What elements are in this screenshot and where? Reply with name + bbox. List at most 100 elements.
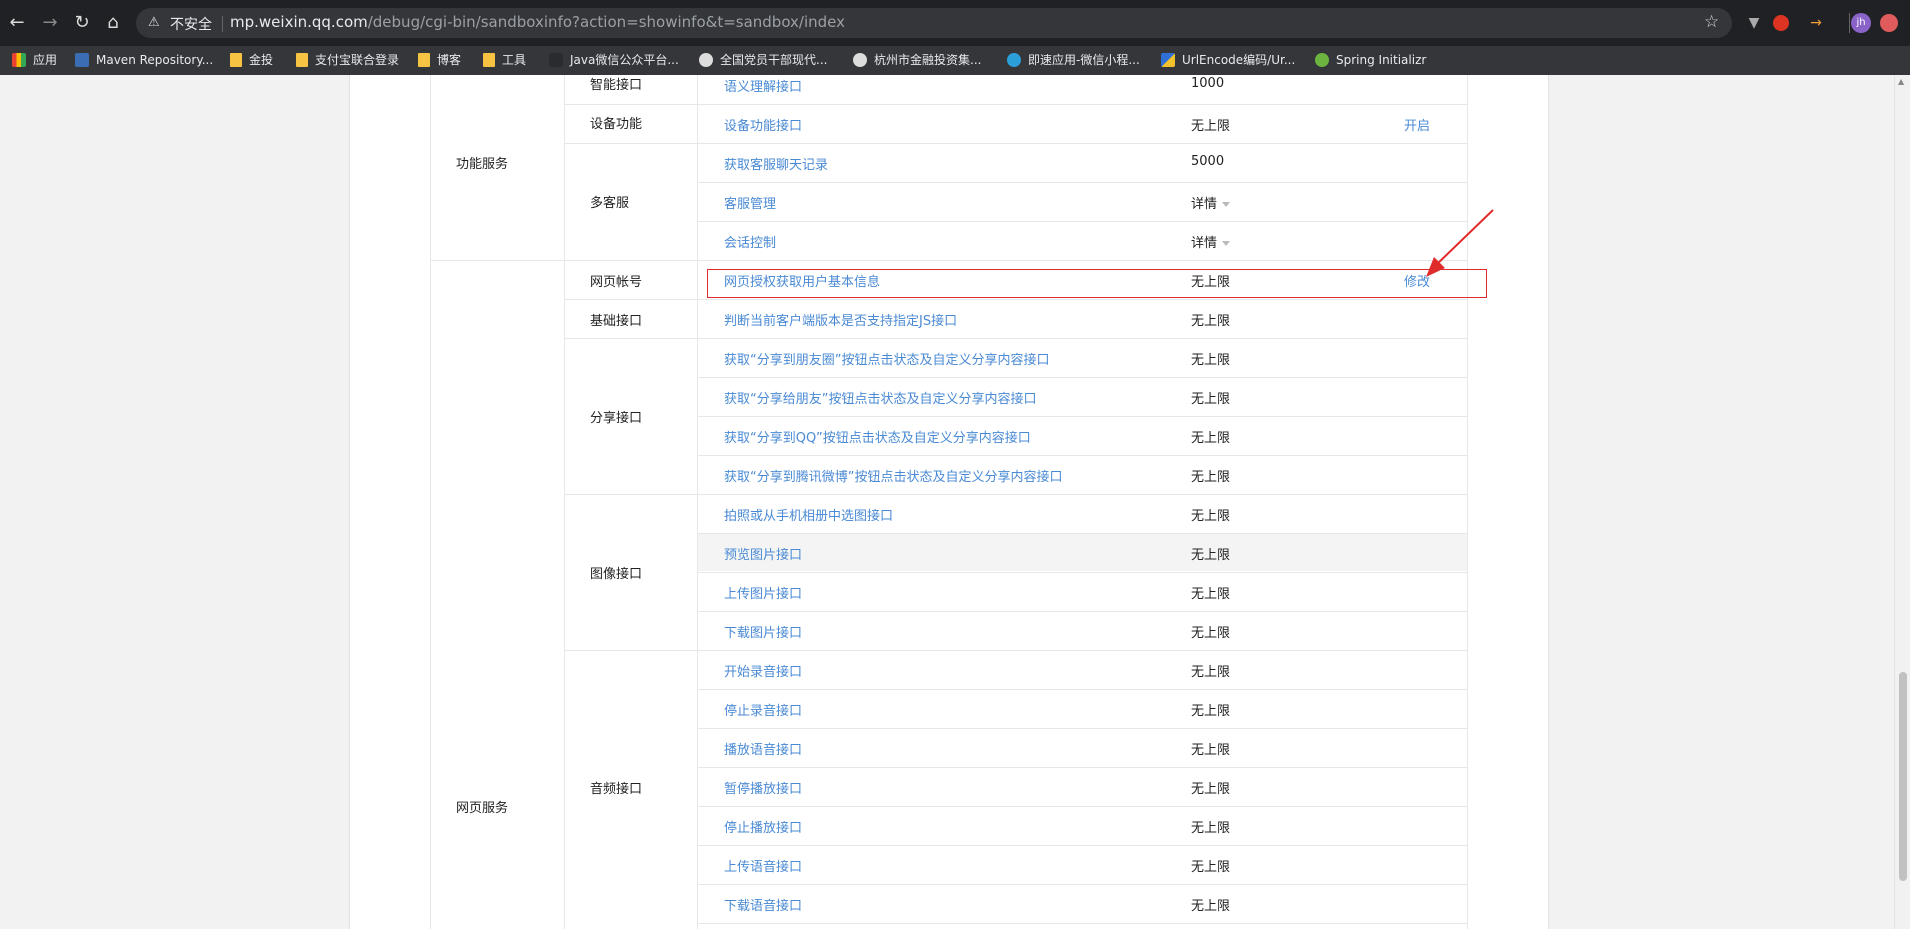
api-link[interactable]: 预览图片接口	[724, 544, 802, 563]
api-link[interactable]: 上传图片接口	[724, 583, 802, 602]
bookmark-item[interactable]: 应用	[12, 46, 57, 75]
annotation-arrow-icon	[1426, 209, 1494, 277]
page-content: 功能服务 网页服务 智能接口 设备功能 多客服 网页帐号 基础接口 分享接口 图…	[0, 75, 1910, 929]
blank-page-icon	[549, 52, 563, 67]
api-link[interactable]: 获取“分享给朋友”按钮点击状态及自定义分享内容接口	[724, 388, 1036, 407]
table-divider	[697, 75, 698, 929]
forward-arrow-icon[interactable]: →	[41, 14, 59, 32]
row-divider	[698, 104, 1467, 105]
row-divider	[698, 767, 1467, 768]
group-label: 基础接口	[590, 314, 643, 329]
section-label: 网页服务	[456, 801, 509, 816]
group-divider	[564, 299, 698, 300]
bookmark-item[interactable]: Spring Initializr	[1315, 46, 1426, 75]
bookmark-label: 博客	[437, 53, 462, 67]
vertical-scrollbar[interactable]: ▲	[1894, 75, 1910, 929]
limit-value: 无上限	[1191, 466, 1230, 485]
folder-icon	[483, 52, 495, 67]
api-link[interactable]: 设备功能接口	[724, 115, 802, 134]
api-link[interactable]: 暂停播放接口	[724, 778, 802, 797]
home-icon[interactable]: ⌂	[104, 14, 122, 32]
group-divider	[564, 143, 698, 144]
url-text[interactable]: mp.weixin.qq.com/debug/cgi-bin/sandboxin…	[230, 13, 845, 31]
adblock-extension-icon[interactable]	[1773, 15, 1789, 31]
row-divider	[698, 806, 1467, 807]
limit-value[interactable]: 详情	[1191, 232, 1231, 251]
bookmark-item[interactable]: 工具	[483, 46, 526, 75]
scrollbar-thumb[interactable]	[1899, 672, 1907, 881]
bookmark-label: 应用	[33, 53, 58, 67]
amazon-extension-icon[interactable]: →	[1806, 13, 1826, 33]
limit-text: 1000	[1191, 76, 1225, 91]
row-divider	[698, 455, 1467, 456]
bookmark-item[interactable]: Java微信公众平台...	[549, 46, 679, 75]
bookmark-item[interactable]: 杭州市金融投资集...	[853, 46, 981, 75]
limit-value[interactable]: 详情	[1191, 193, 1231, 212]
limit-value: 无上限	[1191, 349, 1230, 368]
globe-icon	[853, 52, 867, 67]
address-separator	[222, 16, 223, 32]
api-link[interactable]: 播放语音接口	[724, 739, 802, 758]
api-link[interactable]: 判断当前客户端版本是否支持指定JS接口	[724, 310, 957, 329]
row-divider	[698, 611, 1467, 612]
bookmark-item[interactable]: 全国党员干部现代...	[699, 46, 827, 75]
api-link[interactable]: 会话控制	[724, 232, 776, 251]
limit-text: 无上限	[1191, 782, 1231, 797]
bookmark-item[interactable]: 金投	[230, 46, 273, 75]
api-link[interactable]: 拍照或从手机相册中选图接口	[724, 505, 893, 524]
section-label: 功能服务	[456, 157, 509, 172]
limit-text: 无上限	[1191, 626, 1231, 641]
row-action-link[interactable]: 开启	[1404, 115, 1430, 134]
api-link[interactable]: 获取“分享到腾讯微博”按钮点击状态及自定义分享内容接口	[724, 466, 1062, 485]
api-link[interactable]: 语义理解接口	[724, 76, 802, 95]
group-label: 设备功能	[590, 117, 643, 132]
bookmark-item[interactable]: Maven Repository...	[75, 46, 213, 75]
api-link[interactable]: 客服管理	[724, 193, 776, 212]
api-link[interactable]: 获取“分享到QQ”按钮点击状态及自定义分享内容接口	[724, 427, 1031, 446]
limit-value: 无上限	[1191, 700, 1230, 719]
insecure-label[interactable]: 不安全	[170, 14, 212, 34]
bookmark-label: 支付宝联合登录	[315, 53, 400, 67]
scroll-up-icon[interactable]: ▲	[1898, 77, 1904, 86]
group-label: 网页帐号	[590, 275, 643, 290]
bookmark-item[interactable]: 博客	[418, 46, 461, 75]
api-link[interactable]: 开始录音接口	[724, 661, 802, 680]
limit-value: 5000	[1191, 154, 1224, 169]
bookmark-label: 工具	[502, 53, 527, 67]
bookmark-label: Java微信公众平台...	[570, 53, 679, 67]
bookmark-star-icon[interactable]: ☆	[1704, 12, 1719, 32]
bookmark-item[interactable]: UrlEncode编码/Ur...	[1161, 46, 1295, 75]
bookmark-item[interactable]: 支付宝联合登录	[296, 46, 399, 75]
warning-icon[interactable]: ⚠	[148, 15, 160, 30]
api-link[interactable]: 停止播放接口	[724, 817, 802, 836]
limit-text: 详情	[1191, 197, 1218, 212]
row-divider	[698, 182, 1467, 183]
limit-value: 无上限	[1191, 622, 1230, 641]
row-divider	[698, 260, 1467, 261]
table-border-left	[430, 75, 431, 929]
api-link[interactable]: 下载语音接口	[724, 895, 802, 914]
api-link[interactable]: 下载图片接口	[724, 622, 802, 641]
bookmark-item[interactable]: 即速应用-微信小程...	[1007, 46, 1140, 75]
reload-icon[interactable]: ↻	[73, 14, 91, 32]
table-border-right	[1467, 75, 1468, 929]
group-label: 图像接口	[590, 567, 643, 582]
limit-text: 无上限	[1191, 353, 1231, 368]
back-arrow-icon[interactable]: ←	[8, 14, 26, 32]
api-link[interactable]: 获取客服聊天记录	[724, 154, 828, 173]
limit-text: 无上限	[1191, 899, 1231, 914]
spring-leaf-icon	[1315, 52, 1329, 67]
api-link[interactable]: 上传语音接口	[724, 856, 802, 875]
chevron-down-icon	[1222, 241, 1231, 246]
extension-badge-icon[interactable]	[1880, 14, 1898, 32]
group-divider	[564, 650, 698, 651]
api-link[interactable]: 停止录音接口	[724, 700, 802, 719]
annotation-highlight-box	[707, 269, 1487, 298]
limit-value: 无上限	[1191, 739, 1230, 758]
profile-avatar[interactable]: jh	[1851, 13, 1871, 33]
folder-icon	[296, 52, 308, 67]
limit-value: 无上限	[1191, 583, 1230, 602]
api-link[interactable]: 获取“分享到朋友圈”按钮点击状态及自定义分享内容接口	[724, 349, 1049, 368]
bookmark-label: 即速应用-微信小程...	[1028, 53, 1140, 67]
v-extension-icon[interactable]: ▼	[1744, 13, 1764, 33]
